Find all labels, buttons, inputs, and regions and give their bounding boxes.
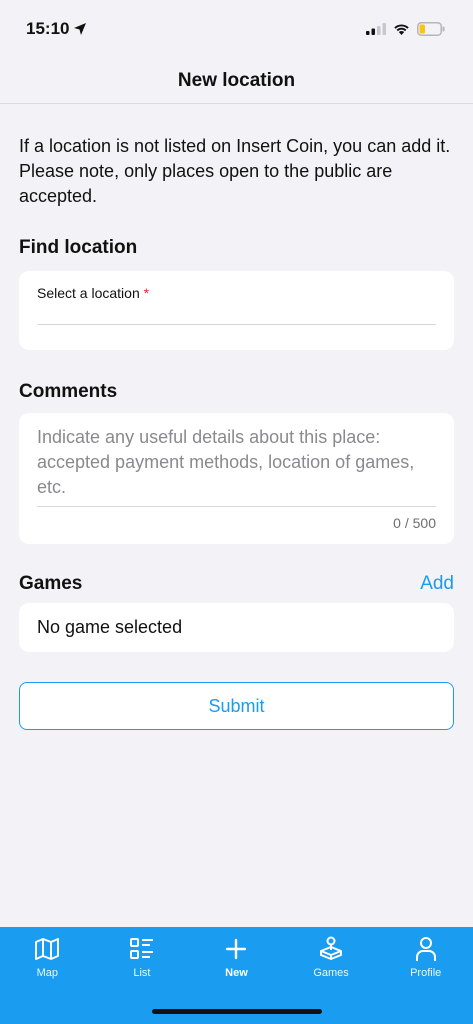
tab-games-label: Games [313,967,349,979]
wifi-icon [394,24,409,35]
comments-textarea[interactable]: Indicate any useful details about this p… [19,413,454,544]
games-header-row: Games Add [19,573,454,595]
comments-heading: Comments [19,381,118,402]
games-selection-card[interactable]: No game selected [19,603,454,652]
required-asterisk: * [143,285,150,301]
form-content: If a location is not listed on Insert Co… [19,104,454,730]
tab-profile-label: Profile [410,967,442,979]
joystick-icon [320,936,343,960]
profile-icon [415,937,436,961]
battery-icon [417,22,445,36]
home-indicator [152,1009,322,1014]
character-counter: 0 / 500 [393,515,436,531]
tab-list-label: List [133,967,151,979]
submit-button[interactable]: Submit [19,682,454,730]
navigation-header: New location [0,58,473,104]
status-time: 15:10 [26,19,70,38]
page-title: New location [177,69,296,91]
tab-map[interactable]: Map [0,927,94,1024]
location-field-label-text: Select a location [37,285,140,301]
map-icon [35,938,60,960]
location-select-field[interactable]: Select a location * [19,271,454,350]
tab-new-label: New [225,967,248,979]
intro-text: If a location is not listed on Insert Co… [19,136,451,206]
status-icons [366,22,445,36]
status-bar: 15:10 [0,0,473,58]
add-game-button[interactable]: Add [420,573,454,595]
location-arrow-icon [74,23,87,35]
no-game-selected-text: No game selected [37,617,183,637]
comments-placeholder: Indicate any useful details about this p… [37,425,436,507]
games-heading: Games [19,573,83,594]
tab-map-label: Map [36,967,58,979]
tab-profile[interactable]: Profile [379,927,473,1024]
location-field-underline [37,301,436,325]
status-time-group: 15:10 [26,19,87,39]
location-field-label: Select a location * [37,285,436,301]
find-location-heading: Find location [19,237,138,258]
cellular-signal-icon [366,23,386,35]
plus-icon [226,938,247,960]
list-icon [129,938,153,959]
